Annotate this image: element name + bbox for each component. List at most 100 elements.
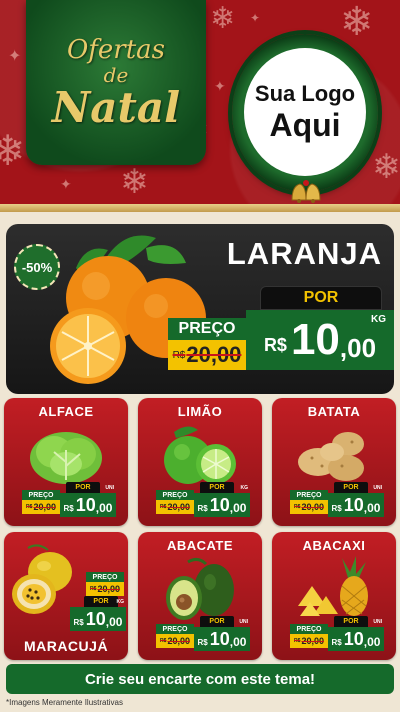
price-unit: UNI [373,485,382,491]
por-label: POR [66,482,100,493]
price-integer: 10 [209,628,230,649]
price-decimal: ,00 [363,634,381,649]
cta-button[interactable]: Crie seu encarte com este tema! [6,664,394,694]
price-unit: KG [240,485,249,491]
old-price-value: 20,00 [301,502,324,512]
old-price-currency: R$ [294,504,301,510]
logo-line2: Aqui [269,106,341,143]
bells-icon [291,180,321,203]
pineapple-icon [298,556,368,616]
product-card-alface[interactable]: ALFACE PREÇO R$ 20,00 POR R$ 10 ,00 UNI [4,398,128,526]
por-label: POR [84,596,118,607]
product-name: MARACUJÁ [23,638,109,654]
star-icon: ✦ [8,46,22,65]
price-decimal: ,00 [363,500,381,515]
christmas-header: ❄ ❄ ❄ ❄ ❄ ❄ ✦ ✦ ✦ ✦ Ofertas de Natal Sua… [0,0,400,212]
product-name: LIMÃO [177,404,223,419]
new-price: R$ 10 ,00 UNI [328,619,384,651]
featured-offer[interactable]: -50% LARANJA POR PREÇO R$ 20,00 R$ 10 ,0… [6,224,394,394]
product-name: ABACATE [166,538,234,553]
snowflake-icon: ❄ [0,126,26,175]
por-label: POR [334,482,368,493]
price-currency: R$ [263,334,287,355]
title-line3: Natal [51,82,181,132]
new-price: R$ 10 ,00 UNI [60,485,116,517]
price-integer: 10 [343,494,364,515]
old-price-value: 20,00 [97,584,120,594]
por-label: POR [200,616,234,627]
product-card-abacate[interactable]: ABACATE PREÇO R$ 20,00 POR R$ 10 ,00 UNI [138,532,262,660]
old-price-value: 20,00 [186,342,242,367]
por-label: POR [200,482,234,493]
preco-label: PREÇO [168,318,246,340]
old-price-currency: R$ [160,504,167,510]
price-decimal: ,00 [229,500,247,515]
product-card-limao[interactable]: LIMÃO PREÇO R$ 20,00 POR R$ 10 ,00 KG [138,398,262,526]
old-price-currency: R$ [26,504,33,510]
disclaimer-text: *Imagens Meramente Ilustrativas [6,698,123,707]
new-price: R$ 10 ,00 UNI [194,619,250,651]
product-card-batata[interactable]: BATATA PREÇO R$ 20,00 POR R$ 10 ,00 UNI [272,398,396,526]
price-unit: UNI [373,619,382,625]
header-divider [0,204,400,212]
price-decimal: ,00 [229,634,247,649]
price-currency: R$ [73,617,84,627]
logo-line1: Sua Logo [254,80,356,106]
preco-label: PREÇO [156,624,194,634]
preco-label: PREÇO [290,490,328,500]
old-price-currency: R$ [172,349,186,361]
old-price-currency: R$ [90,586,97,592]
product-name: ALFACE [38,404,94,419]
logo-placeholder[interactable]: Sua Logo Aqui [244,48,366,176]
new-price: R$ 10 ,00 KG [194,485,250,517]
old-price: R$ 20,00 [22,500,60,514]
star-icon: ✦ [214,79,226,95]
por-label: POR [260,286,382,310]
old-price: R$ 20,00 [168,340,246,370]
lime-icon [164,426,236,484]
lettuce-icon [30,432,102,484]
price-unit: UNI [105,485,114,491]
price-integer: 10 [290,315,340,364]
snowflake-icon: ❄ [372,147,400,187]
preco-label: PREÇO [86,572,124,582]
price-currency: R$ [63,503,74,513]
price-decimal: ,00 [339,332,377,363]
old-price-value: 20,00 [167,502,190,512]
product-card-abacaxi[interactable]: ABACAXI PREÇO R$ 20,00 POR R$ 10 ,00 UNI [272,532,396,660]
star-icon: ✦ [250,11,261,25]
price-integer: 10 [85,608,106,629]
old-price: R$ 20,00 [156,634,194,648]
price-unit: KG [116,599,125,605]
product-card-maracuja[interactable]: PREÇO R$ 20,00 POR R$ 10 ,00 KG MARACUJÁ [4,532,128,660]
old-price-value: 20,00 [33,502,56,512]
old-price-currency: R$ [294,638,301,644]
old-price: R$ 20,00 [290,634,328,648]
old-price: R$ 20,00 [86,582,124,596]
old-price-value: 20,00 [167,636,190,646]
old-price: R$ 20,00 [156,500,194,514]
price-integer: 10 [209,494,230,515]
potato-icon [298,432,364,481]
new-price: R$ 10 ,00 KG [246,310,394,370]
price-unit: UNI [239,619,248,625]
featured-product-name: LARANJA [226,236,382,271]
por-label: POR [334,616,368,627]
product-name: BATATA [307,404,361,419]
snowflake-icon: ❄ [120,162,149,202]
price-currency: R$ [197,503,208,513]
avocado-icon [166,557,234,620]
star-icon: ✦ [60,177,72,193]
price-integer: 10 [343,628,364,649]
snowflake-icon: ❄ [210,1,236,36]
old-price-value: 20,00 [301,636,324,646]
old-price: R$ 20,00 [290,500,328,514]
title-line1: Ofertas [66,34,166,65]
price-currency: R$ [197,637,208,647]
product-name: ABACAXI [302,538,366,553]
snowflake-icon: ❄ [340,0,374,45]
price-currency: R$ [331,637,342,647]
preco-label: PREÇO [22,490,60,500]
discount-badge: -50% [14,244,60,290]
price-unit: KG [371,314,386,325]
